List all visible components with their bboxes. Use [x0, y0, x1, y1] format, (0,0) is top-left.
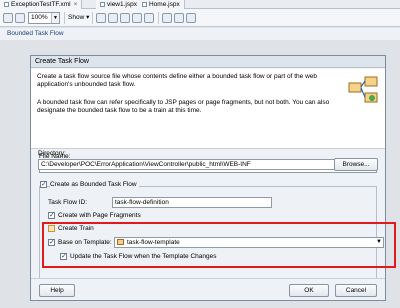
show-label: Show — [68, 14, 85, 21]
task-flow-id-label: Task Flow ID: — [48, 199, 88, 206]
editor-toolbar: 100% ▼ Show ▾ — [0, 9, 400, 27]
task-flow-wizard-icon — [348, 76, 378, 103]
directory-label: Directory: — [38, 150, 66, 157]
diagram-header: Bounded Task Flow — [0, 28, 400, 40]
help-button[interactable]: Help — [39, 284, 75, 297]
zoom-out-icon[interactable] — [15, 13, 25, 23]
layout-icon[interactable] — [96, 13, 106, 23]
directory-input[interactable]: C:\Developer\POC\ErrorApplication\ViewCo… — [38, 159, 338, 170]
page-fragments-checkbox[interactable] — [48, 211, 55, 219]
tab-view1[interactable]: view1.jspx — [96, 0, 142, 9]
jspx-file-icon — [100, 1, 105, 7]
distribute-icon[interactable] — [144, 13, 154, 23]
editor-tab-bar: ExceptionTestTF.xml × view1.jspx Home.jsp… — [0, 0, 400, 9]
ok-button[interactable]: OK — [289, 284, 329, 297]
tab-label: view1.jspx — [107, 1, 137, 8]
footer-separator — [31, 278, 385, 279]
toolbar-separator — [158, 12, 159, 24]
dialog-header-panel: Create a task flow source file whose con… — [31, 69, 385, 149]
zoom-select[interactable]: 100% ▼ — [28, 12, 60, 24]
toolbar-separator — [64, 12, 65, 24]
dialog-title: Create Task Flow — [31, 56, 385, 68]
browse-button[interactable]: Browse... — [334, 158, 378, 171]
align-icon[interactable] — [132, 13, 142, 23]
close-icon[interactable]: × — [74, 1, 78, 8]
info-icon[interactable] — [186, 13, 196, 23]
tab-exception-test[interactable]: ExceptionTestTF.xml × — [0, 0, 83, 9]
show-menu[interactable]: Show ▾ — [68, 12, 89, 24]
xml-file-icon — [4, 1, 9, 7]
tab-label: ExceptionTestTF.xml — [11, 1, 71, 8]
toolbar-separator — [92, 12, 93, 24]
bounded-task-flow-label: Bounded Task Flow — [7, 30, 64, 37]
tab-label: Home.jspx — [149, 1, 180, 8]
error-icon[interactable] — [174, 13, 184, 23]
zoom-value: 100% — [31, 14, 48, 21]
route-icon[interactable] — [108, 13, 118, 23]
route-icon[interactable] — [120, 13, 130, 23]
jspx-file-icon — [142, 1, 147, 7]
chevron-down-icon: ▼ — [51, 13, 59, 23]
create-bounded-label: Create as Bounded Task Flow — [50, 181, 139, 189]
page-fragments-label: Create with Page Fragments — [58, 212, 141, 219]
cancel-button[interactable]: Cancel — [335, 284, 377, 297]
zoom-in-icon[interactable] — [3, 13, 13, 23]
tab-home[interactable]: Home.jspx — [138, 0, 185, 9]
task-flow-id-input[interactable]: task-flow-definition — [112, 197, 272, 208]
dialog-description: Create a task flow source file whose con… — [37, 73, 318, 88]
warning-icon[interactable] — [162, 13, 172, 23]
dialog-description-bounded: A bounded task flow can refer specifical… — [37, 99, 330, 114]
create-bounded-checkbox[interactable] — [40, 180, 47, 188]
highlight-annotation — [42, 222, 396, 268]
